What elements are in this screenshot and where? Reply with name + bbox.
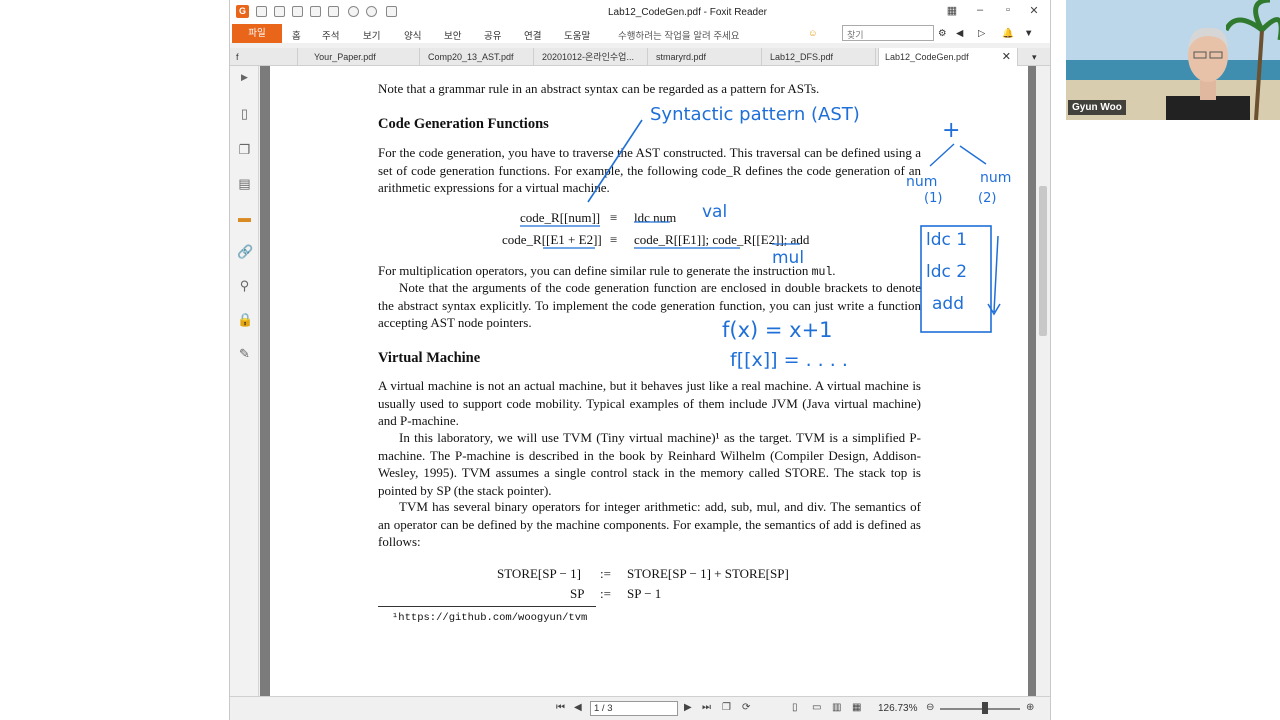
ink-ldc-1: ldc 1 (926, 230, 968, 250)
ink-num-2: num (980, 170, 1012, 186)
ink-num-1: num (906, 174, 938, 190)
close-tab-icon[interactable]: ✕ (1002, 48, 1011, 66)
tab-comp20-ast[interactable]: Comp20_13_AST.pdf (422, 48, 534, 66)
expand-panel-icon[interactable]: ▶ (237, 70, 252, 85)
tab-lab12-dfs[interactable]: Lab12_DFS.pdf (764, 48, 876, 66)
ink-underlines (520, 221, 800, 249)
view-mode-icon[interactable]: ❐ (722, 702, 731, 713)
forward-icon[interactable]: ▷ (978, 28, 985, 39)
attachment-icon[interactable]: 🔗 (237, 244, 253, 259)
zoom-level[interactable]: 126.73% (878, 703, 917, 714)
ink-mul: mul (772, 248, 805, 268)
tab-online-class[interactable]: 20201012-온라인수업... (536, 48, 648, 66)
page-number-input[interactable]: 1 / 3 (590, 701, 678, 716)
security-lock-icon[interactable]: 🔒 (237, 312, 253, 327)
zoom-in-button[interactable]: ⊕ (1026, 702, 1034, 713)
notification-icon[interactable]: 🔔 (1002, 28, 1014, 39)
ink-tree-edges (929, 143, 987, 167)
properties-icon[interactable] (328, 6, 339, 17)
status-bar: ⏮ ◀ 1 / 3 ▶ ⏭ ❐ ⟳ ▯ ▭ ▥ ▦ 126.73% ⊖ ⊕ (230, 696, 1050, 720)
tab-list-icon[interactable]: ▾ (1026, 48, 1050, 66)
ink-strokes (520, 119, 1001, 333)
settings-icon[interactable]: ⚙ (938, 28, 947, 39)
ink-down-arrow (987, 235, 1001, 316)
ink-num-1-index: (1) (924, 191, 943, 206)
menu-connect[interactable]: 연결 (524, 28, 541, 42)
minimize-button[interactable]: – (970, 4, 990, 16)
search-input[interactable]: 찾기 (842, 25, 934, 41)
scrollbar-thumb[interactable] (1039, 186, 1047, 336)
zoom-slider-knob[interactable] (982, 702, 988, 714)
menu-help[interactable]: 도움말 (564, 28, 590, 42)
vertical-scrollbar[interactable] (1036, 66, 1050, 696)
tab-stmaryrd[interactable]: stmaryrd.pdf (650, 48, 762, 66)
save-icon[interactable] (274, 6, 285, 17)
ink-plus: + (942, 118, 961, 143)
menu-bar: 파일 홈 주석 보기 양식 보안 공유 연결 도움말 수행하려는 작업을 알려 … (230, 24, 1050, 43)
pdf-page: Note that a grammar rule in an abstract … (270, 66, 1028, 696)
undo-icon[interactable] (348, 6, 359, 17)
cover-icon[interactable]: ▦ (852, 702, 861, 713)
comments-icon[interactable]: ▬ (237, 210, 252, 225)
maximize-button[interactable]: ▫ (998, 4, 1018, 16)
tell-me-box[interactable]: 수행하려는 작업을 알려 주세요 (618, 28, 740, 42)
screen: G Lab12_CodeGen.pdf - Foxit Reader ▦ – ▫… (0, 0, 1280, 720)
document-tabs: f Your_Paper.pdf Comp20_13_AST.pdf 20201… (230, 48, 1050, 66)
ink-val: val (702, 202, 728, 222)
continuous-icon[interactable]: ▭ (812, 702, 821, 713)
bookmark-icon[interactable]: ▯ (237, 106, 252, 121)
smile-icon[interactable]: ☺ (808, 28, 818, 39)
menu-home[interactable]: 홈 (292, 28, 301, 42)
ink-num-2-index: (2) (978, 191, 997, 206)
close-button[interactable]: ✕ (1024, 4, 1044, 17)
tab-your-paper[interactable]: Your_Paper.pdf (308, 48, 420, 66)
menu-form[interactable]: 양식 (404, 28, 421, 42)
back-icon[interactable]: ◀ (956, 28, 963, 39)
ink-f-brackets: f[[x]] = . . . . (730, 349, 848, 371)
previous-page-icon[interactable]: ◀ (574, 702, 582, 713)
redo-icon[interactable] (366, 6, 377, 17)
first-page-icon[interactable]: ⏮ (556, 702, 565, 713)
print-icon[interactable] (292, 6, 303, 17)
zoom-slider[interactable] (940, 708, 1020, 710)
hand-tool-icon[interactable] (386, 6, 397, 17)
ink-syntactic-pattern: Syntactic pattern (AST) (650, 104, 860, 125)
ink-add: add (932, 294, 964, 314)
menu-protect[interactable]: 보안 (444, 28, 461, 42)
window-title: Lab12_CodeGen.pdf - Foxit Reader (608, 7, 767, 18)
ink-arrow-line (587, 119, 643, 203)
webcam-overlay: Gyun Woo (1066, 0, 1280, 120)
menu-share[interactable]: 공유 (484, 28, 501, 42)
tab-label: Lab12_CodeGen.pdf (885, 52, 969, 62)
menu-file[interactable]: 파일 (232, 24, 282, 43)
foxit-window: G Lab12_CodeGen.pdf - Foxit Reader ▦ – ▫… (229, 0, 1051, 720)
ribbon-options-icon[interactable]: ▦ (942, 4, 962, 17)
menu-comment[interactable]: 주석 (322, 28, 339, 42)
title-bar: G Lab12_CodeGen.pdf - Foxit Reader ▦ – ▫… (230, 0, 1050, 24)
document-viewport[interactable]: Note that a grammar rule in an abstract … (260, 66, 1036, 696)
presenter (1166, 27, 1250, 120)
foxit-logo-icon: G (236, 5, 249, 18)
next-page-icon[interactable]: ▶ (684, 702, 692, 713)
tools-icon[interactable]: ✎ (237, 346, 252, 361)
menu-view[interactable]: 보기 (363, 28, 380, 42)
layers-icon[interactable]: ▤ (237, 176, 252, 191)
participant-name: Gyun Woo (1068, 100, 1126, 115)
ink-ldc-2: ldc 2 (926, 262, 968, 282)
screenshot-icon[interactable] (310, 6, 321, 17)
tab-lab12-codegen[interactable]: Lab12_CodeGen.pdf ✕ (878, 48, 1018, 66)
ink-f-of-x: f(x) = x+1 (722, 318, 833, 342)
zoom-out-button[interactable]: ⊖ (926, 702, 934, 713)
account-icon[interactable]: ▼ (1024, 28, 1033, 39)
signature-icon[interactable]: ⚲ (237, 278, 252, 293)
open-icon[interactable] (256, 6, 267, 17)
page-thumbnails-icon[interactable]: ❐ (237, 142, 252, 157)
tab-doc-1[interactable]: f (230, 48, 298, 66)
navigation-panel: ▶ ▯ ❐ ▤ ▬ 🔗 ⚲ 🔒 ✎ (230, 66, 259, 696)
facing-icon[interactable]: ▥ (832, 702, 841, 713)
single-page-icon[interactable]: ▯ (792, 702, 798, 713)
last-page-icon[interactable]: ⏭ (702, 702, 711, 713)
rotate-icon[interactable]: ⟳ (742, 702, 750, 713)
